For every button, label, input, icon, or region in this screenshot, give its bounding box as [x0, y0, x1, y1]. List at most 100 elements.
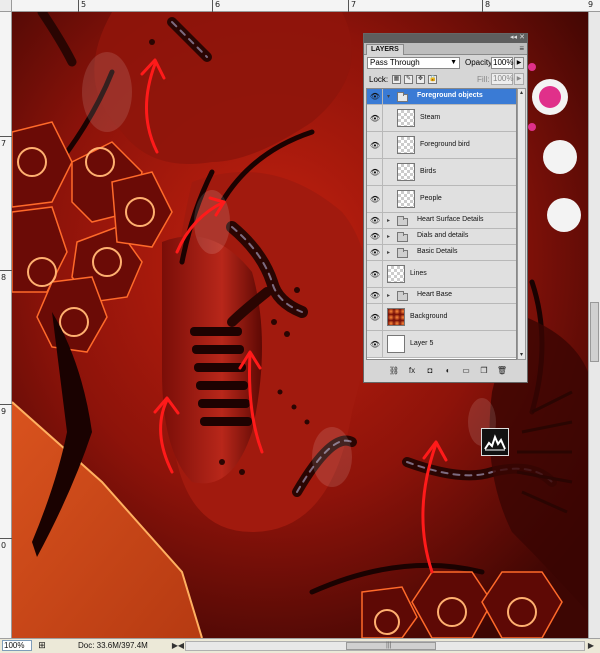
- row-divider: [382, 159, 383, 185]
- row-divider: [382, 186, 383, 212]
- panel-titlebar[interactable]: ◂◂ ✕: [364, 34, 527, 43]
- collapse-panel-icon[interactable]: ◂◂: [510, 34, 517, 42]
- layer-thumbnail: [397, 163, 415, 181]
- folder-icon: [397, 92, 408, 102]
- eye-icon[interactable]: 👁: [369, 216, 381, 225]
- row-divider: [382, 245, 383, 260]
- mask-icon[interactable]: ◘: [424, 365, 436, 377]
- link-layers-icon[interactable]: ⛓: [388, 365, 400, 377]
- ruler-tick: [0, 270, 12, 271]
- layer-row[interactable]: 👁 Background: [367, 304, 516, 331]
- blend-mode-value: Pass Through: [370, 58, 420, 67]
- lock-all-icon[interactable]: 🔒: [428, 75, 437, 84]
- layer-thumbnail: [387, 308, 405, 326]
- layer-thumbnail: [397, 136, 415, 154]
- scroll-right-icon[interactable]: ▶: [586, 640, 596, 651]
- layer-thumbnail: [397, 109, 415, 127]
- layer-name: Background: [410, 312, 448, 320]
- layer-row[interactable]: 👁 ▸ Heart Base: [367, 288, 516, 304]
- eye-icon[interactable]: 👁: [369, 340, 381, 349]
- folder-icon: [397, 291, 408, 301]
- eye-icon[interactable]: 👁: [369, 291, 381, 300]
- ruler-number: 0: [1, 541, 7, 550]
- layer-row[interactable]: 👁 Layer 5: [367, 331, 516, 358]
- ruler-tick: [0, 404, 12, 405]
- opacity-field[interactable]: 100%: [491, 57, 513, 69]
- layer-row[interactable]: 👁 ▸ Heart Surface Details: [367, 213, 516, 229]
- layer-row[interactable]: 👁 Foreground bird: [367, 132, 516, 159]
- layer-row[interactable]: 👁 ▸ Basic Details: [367, 245, 516, 261]
- chevron-down-icon: ▼: [450, 59, 457, 66]
- horizontal-ruler[interactable]: 5 6 7 8 9: [12, 0, 600, 12]
- zoom-field[interactable]: 100%: [2, 640, 32, 651]
- horizontal-scrollbar[interactable]: |||: [185, 641, 585, 651]
- ruler-number: 5: [81, 0, 87, 9]
- layer-row[interactable]: 👁 ▾ Foreground objects: [367, 89, 516, 105]
- layer-name: Basic Details: [417, 248, 458, 255]
- layer-name: Foreground objects: [417, 92, 483, 99]
- adjustment-icon[interactable]: ◐: [442, 365, 454, 377]
- collapsed-triangle-icon[interactable]: ▸: [387, 292, 390, 299]
- new-layer-icon[interactable]: ❐: [478, 365, 490, 377]
- collapsed-triangle-icon[interactable]: ▸: [387, 217, 390, 224]
- eye-icon[interactable]: 👁: [369, 141, 381, 150]
- ruler-origin[interactable]: [0, 0, 12, 12]
- vertical-scroll-thumb[interactable]: [590, 302, 599, 362]
- close-panel-icon[interactable]: ✕: [519, 34, 525, 42]
- eye-icon[interactable]: 👁: [369, 248, 381, 257]
- histogram-icon[interactable]: [481, 428, 509, 456]
- navigator-icon[interactable]: ⊞: [36, 640, 48, 651]
- layer-row[interactable]: 👁 Lines: [367, 261, 516, 288]
- ruler-tick: [78, 0, 79, 12]
- eye-icon[interactable]: 👁: [369, 313, 381, 322]
- layer-thumbnail: [387, 335, 405, 353]
- lock-transparency-icon[interactable]: ▦: [392, 75, 401, 84]
- layer-thumbnail: [397, 190, 415, 208]
- lock-pixels-icon[interactable]: ✎: [404, 75, 413, 84]
- scroll-down-icon[interactable]: ▾: [518, 351, 525, 359]
- layer-row[interactable]: 👁 Steam: [367, 105, 516, 132]
- fill-slider-button[interactable]: ▶: [514, 73, 524, 85]
- layer-row[interactable]: 👁 Birds: [367, 159, 516, 186]
- fill-field[interactable]: 100%: [491, 73, 513, 85]
- lock-position-icon[interactable]: ✥: [416, 75, 425, 84]
- ruler-tick: [212, 0, 213, 12]
- eye-icon[interactable]: 👁: [369, 195, 381, 204]
- folder-icon: [397, 216, 408, 226]
- layer-list-scrollbar[interactable]: ▴ ▾: [517, 88, 526, 360]
- ruler-number: 8: [1, 273, 7, 282]
- ruler-number: 9: [1, 407, 7, 416]
- eye-icon[interactable]: 👁: [369, 114, 381, 123]
- eye-icon[interactable]: 👁: [369, 232, 381, 241]
- collapsed-triangle-icon[interactable]: ▸: [387, 249, 390, 256]
- fx-icon[interactable]: fx: [406, 365, 418, 377]
- panel-menu-icon[interactable]: ≡: [519, 44, 524, 54]
- ruler-number: 6: [215, 0, 221, 9]
- layer-row[interactable]: 👁 People: [367, 186, 516, 213]
- layer-list[interactable]: 👁 ▾ Foreground objects 👁 Steam 👁 Foreground bi…: [366, 88, 517, 360]
- scroll-left-icon[interactable]: ◀: [176, 640, 186, 651]
- eye-icon[interactable]: 👁: [369, 92, 381, 101]
- fill-label: Fill:: [477, 75, 490, 84]
- row-divider: [382, 213, 383, 228]
- vertical-scrollbar[interactable]: [588, 12, 600, 638]
- layer-row[interactable]: 👁 ▸ Dials and details: [367, 229, 516, 245]
- new-group-icon[interactable]: ▭: [460, 365, 472, 377]
- vertical-ruler[interactable]: 7 8 9 0: [0, 12, 12, 638]
- eye-icon[interactable]: 👁: [369, 270, 381, 279]
- delete-icon[interactable]: 🗑: [496, 365, 508, 377]
- folder-icon: [397, 232, 408, 242]
- document-info: Doc: 33.6M/397.4M: [78, 641, 148, 650]
- expanded-triangle-icon[interactable]: ▾: [387, 93, 390, 100]
- ruler-number: 9: [588, 0, 594, 9]
- layer-name: Foreground bird: [420, 140, 470, 148]
- scroll-up-icon[interactable]: ▴: [518, 89, 525, 97]
- opacity-slider-button[interactable]: ▶: [514, 57, 524, 69]
- row-divider: [382, 229, 383, 244]
- collapsed-triangle-icon[interactable]: ▸: [387, 233, 390, 240]
- tab-layers[interactable]: LAYERS: [366, 44, 404, 55]
- layer-name: Birds: [420, 167, 436, 175]
- blend-mode-select[interactable]: Pass Through ▼: [367, 57, 460, 69]
- eye-icon[interactable]: 👁: [369, 168, 381, 177]
- row-divider: [382, 304, 383, 330]
